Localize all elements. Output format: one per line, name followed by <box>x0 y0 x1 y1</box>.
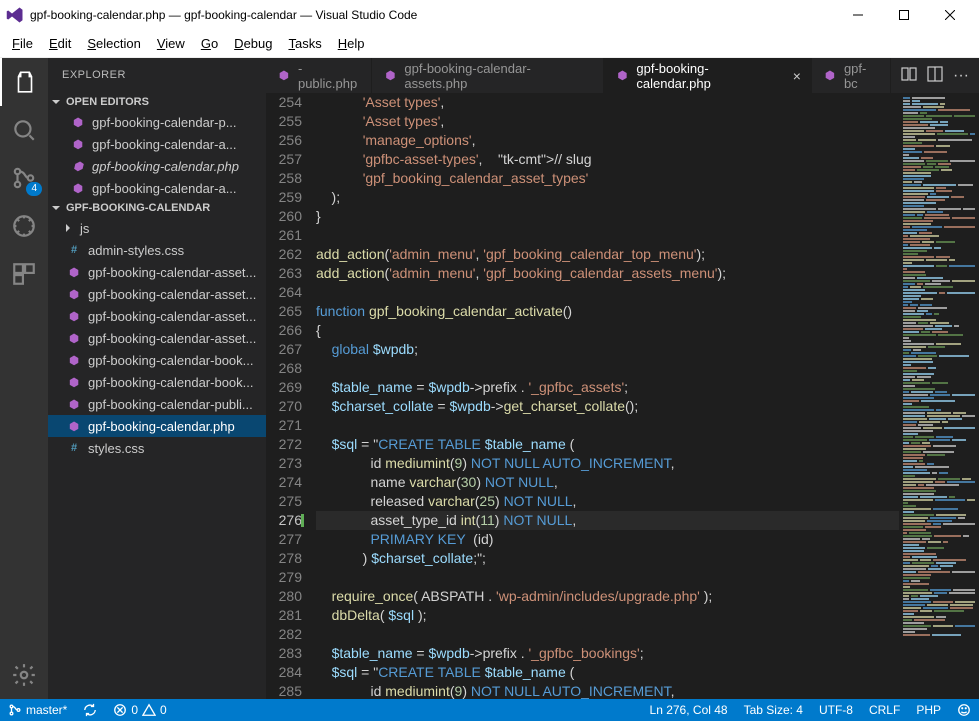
open-editor-row[interactable]: ⬢gpf-booking-calendar-a... <box>48 177 266 199</box>
split-editor-icon[interactable] <box>927 66 943 85</box>
php-icon: ⬢ <box>66 286 82 302</box>
code-editor[interactable]: 2542552562572582592602612622632642652662… <box>266 93 899 699</box>
window-minimize[interactable] <box>835 0 881 30</box>
file-row[interactable]: ⬢gpf-booking-calendar-publi... <box>48 393 266 415</box>
activity-search[interactable] <box>0 106 48 154</box>
status-eol[interactable]: CRLF <box>861 699 908 721</box>
menu-debug[interactable]: Debug <box>226 33 280 54</box>
activity-explorer[interactable] <box>0 58 48 106</box>
file-row[interactable]: ⬢gpf-booking-calendar-asset... <box>48 283 266 305</box>
window-close[interactable] <box>927 0 973 30</box>
php-icon: ⬢ <box>66 352 82 368</box>
menu-tasks[interactable]: Tasks <box>280 33 329 54</box>
editor-tab[interactable]: ⬢gpf-bc <box>812 58 891 93</box>
chevron-right-icon <box>66 224 70 232</box>
close-tab-icon[interactable]: × <box>793 68 801 84</box>
status-sync[interactable] <box>75 699 105 721</box>
editor-tab[interactable]: ⬢gpf-booking-calendar.php× <box>604 58 812 93</box>
file-row[interactable]: #styles.css <box>48 437 266 459</box>
php-icon: ⬢ <box>66 264 82 280</box>
open-editors-header[interactable]: OPEN EDITORS <box>48 93 266 111</box>
php-icon: ⬢ <box>70 180 86 196</box>
menu-file[interactable]: File <box>4 33 41 54</box>
activity-settings[interactable] <box>0 651 48 699</box>
php-icon: ⬢ <box>66 396 82 412</box>
php-icon: ⬢ <box>822 68 838 84</box>
open-editor-row[interactable]: ⬢gpf-booking-calendar-p... <box>48 111 266 133</box>
menu-go[interactable]: Go <box>193 33 226 54</box>
activity-debug[interactable] <box>0 202 48 250</box>
status-indent[interactable]: Tab Size: 4 <box>736 699 811 721</box>
css-icon: # <box>66 242 82 258</box>
status-branch[interactable]: master* <box>0 699 75 721</box>
app-icon <box>6 6 24 24</box>
status-feedback[interactable] <box>949 699 979 721</box>
status-position[interactable]: Ln 276, Col 48 <box>642 699 736 721</box>
editor-tabs: ⬢-public.php⬢gpf-booking-calendar-assets… <box>266 58 979 93</box>
open-editor-row[interactable]: ⬢gpf-booking-calendar-a... <box>48 133 266 155</box>
php-icon: ⬢ <box>614 68 630 84</box>
window-title: gpf-booking-calendar.php — gpf-booking-c… <box>30 8 835 22</box>
explorer-sidebar: EXPLORER OPEN EDITORS ⬢gpf-booking-calen… <box>48 58 266 699</box>
menu-view[interactable]: View <box>149 33 193 54</box>
activity-bar: 4 <box>0 58 48 699</box>
minimap[interactable] <box>899 93 979 699</box>
window-maximize[interactable] <box>881 0 927 30</box>
sidebar-title: EXPLORER <box>48 58 266 93</box>
editor-tab[interactable]: ⬢-public.php <box>266 58 372 93</box>
compare-changes-icon[interactable] <box>901 66 917 85</box>
file-row[interactable]: #admin-styles.css <box>48 239 266 261</box>
php-icon: ⬢ <box>70 136 86 152</box>
php-icon: ⬢ <box>276 68 292 84</box>
activity-extensions[interactable] <box>0 250 48 298</box>
css-icon: # <box>66 440 82 456</box>
php-icon: ⬢ <box>66 308 82 324</box>
more-icon[interactable]: ··· <box>953 67 969 85</box>
status-bar: master* 0 0 Ln 276, Col 48 Tab Size: 4 U… <box>0 699 979 721</box>
chevron-down-icon <box>52 100 60 104</box>
menu-bar: File Edit Selection View Go Debug Tasks … <box>0 30 979 58</box>
menu-edit[interactable]: Edit <box>41 33 79 54</box>
menu-selection[interactable]: Selection <box>79 33 148 54</box>
php-icon: ⬢ <box>66 374 82 390</box>
status-encoding[interactable]: UTF-8 <box>811 699 861 721</box>
activity-scm[interactable]: 4 <box>0 154 48 202</box>
file-row[interactable]: ⬢gpf-booking-calendar-book... <box>48 349 266 371</box>
chevron-down-icon <box>52 206 60 210</box>
open-editor-row[interactable]: ⬢gpf-booking-calendar.php <box>48 155 266 177</box>
file-row[interactable]: ⬢gpf-booking-calendar-asset... <box>48 305 266 327</box>
menu-help[interactable]: Help <box>330 33 373 54</box>
php-icon: ⬢ <box>70 114 86 130</box>
status-problems[interactable]: 0 0 <box>105 699 174 721</box>
scm-badge: 4 <box>26 182 42 196</box>
file-row[interactable]: ⬢gpf-booking-calendar.php <box>48 415 266 437</box>
editor-tab[interactable]: ⬢gpf-booking-calendar-assets.php <box>372 58 604 93</box>
status-lang[interactable]: PHP <box>908 699 949 721</box>
file-row[interactable]: ⬢gpf-booking-calendar-asset... <box>48 261 266 283</box>
php-icon: ⬢ <box>382 68 398 84</box>
php-icon: ⬢ <box>66 330 82 346</box>
file-row[interactable]: ⬢gpf-booking-calendar-asset... <box>48 327 266 349</box>
php-icon: ⬢ <box>70 158 86 174</box>
folder-row[interactable]: js <box>48 217 266 239</box>
file-row[interactable]: ⬢gpf-booking-calendar-book... <box>48 371 266 393</box>
title-bar: gpf-booking-calendar.php — gpf-booking-c… <box>0 0 979 30</box>
php-icon: ⬢ <box>66 418 82 434</box>
project-header[interactable]: GPF-BOOKING-CALENDAR <box>48 199 266 217</box>
